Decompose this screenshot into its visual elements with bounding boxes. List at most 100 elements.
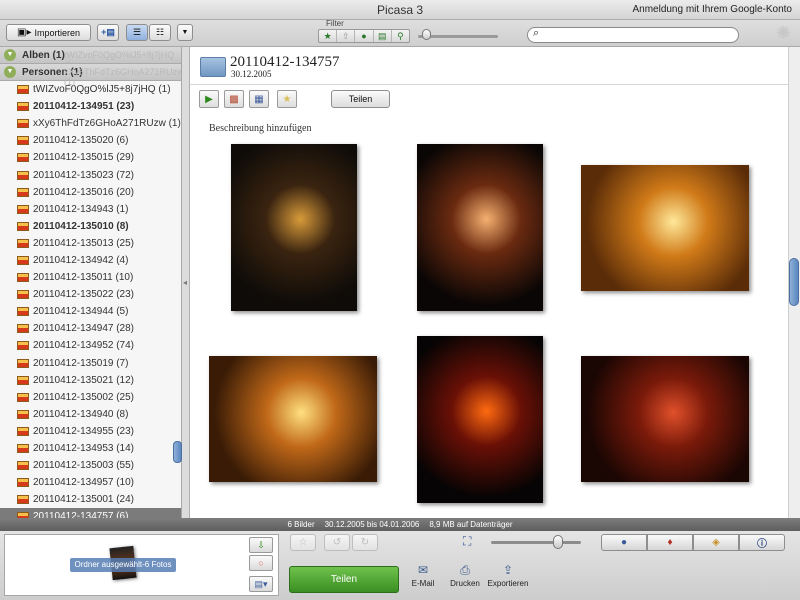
folder-item-label: 20110412-135001 (24) bbox=[33, 494, 135, 506]
folder-thumb-icon bbox=[17, 273, 29, 283]
folder-item-label: 20110412-134951 (23) bbox=[33, 101, 135, 113]
status-range: 30.12.2005 bis 04.01.2006 bbox=[324, 520, 420, 529]
star-button[interactable]: ☆ bbox=[290, 534, 316, 551]
photo-thumbnail[interactable] bbox=[417, 144, 543, 311]
zoom-slider-knob[interactable] bbox=[553, 535, 563, 549]
sidebar-folder-item[interactable]: 20110412-135016 (20) bbox=[0, 184, 181, 201]
photo-thumbnail[interactable] bbox=[231, 144, 357, 311]
sidebar-folder-item[interactable]: 20110412-135001 (24) bbox=[0, 491, 181, 508]
share-button[interactable]: Teilen bbox=[289, 566, 399, 593]
import-label: Importieren bbox=[34, 27, 80, 38]
add-to-album-button[interactable]: ▤▾ bbox=[249, 576, 273, 592]
divider-handle-icon[interactable]: ◂ bbox=[183, 278, 187, 287]
sidebar-folder-item[interactable]: 20110412-134943 (1) bbox=[0, 201, 181, 218]
collage-button[interactable]: ▩ bbox=[224, 90, 244, 108]
description-field[interactable]: Beschreibung hinzufügen bbox=[209, 123, 311, 134]
print-button[interactable]: ⎙ Drucken bbox=[443, 562, 487, 588]
sidebar-folder-item[interactable]: 20110412-135019 (7) bbox=[0, 355, 181, 372]
person-icon[interactable]: ● bbox=[355, 30, 374, 42]
rotate-left-button[interactable]: ↺ bbox=[324, 534, 350, 551]
folder-thumb-icon bbox=[17, 204, 29, 214]
photo-thumbnail[interactable] bbox=[581, 356, 749, 482]
sidebar-folder-item[interactable]: 20110412-134953 (14) bbox=[0, 440, 181, 457]
clear-tray-button[interactable]: ○ bbox=[249, 555, 273, 571]
export-icon: ⇪ bbox=[502, 563, 514, 577]
upload-icon[interactable]: ⇧ bbox=[337, 30, 356, 42]
zoom-slider[interactable] bbox=[491, 541, 581, 544]
map-pin-icon: ♦ bbox=[667, 537, 673, 548]
movie-icon[interactable]: ▤ bbox=[374, 30, 392, 42]
star-icon[interactable]: ★ bbox=[319, 30, 338, 42]
sidebar-folder-item[interactable]: 20110412-134757 (6) bbox=[0, 508, 181, 518]
sidebar-folder-item[interactable]: 20110412-135023 (72) bbox=[0, 166, 181, 183]
info-button[interactable]: ⓘ bbox=[739, 534, 785, 551]
slideshow-button[interactable]: ▶ bbox=[199, 90, 219, 108]
export-button[interactable]: ⇪ Exportieren bbox=[486, 562, 530, 588]
export-label: Exportieren bbox=[487, 579, 529, 588]
sidebar-folder-item[interactable]: 20110412-135002 (25) bbox=[0, 389, 181, 406]
photo-thumbnail[interactable] bbox=[417, 336, 543, 503]
search-icon: ⌕ bbox=[533, 27, 540, 39]
hold-button[interactable]: ⇩ bbox=[249, 537, 273, 553]
movie-button[interactable]: ▦ bbox=[249, 90, 269, 108]
folder-item-label: 20110412-134957 (10) bbox=[33, 477, 135, 489]
email-button[interactable]: ✉ E-Mail bbox=[401, 562, 445, 588]
import-button[interactable]: ▣▸ Importieren bbox=[6, 24, 91, 41]
sidebar-folder-item[interactable]: 20110412-135013 (25) bbox=[0, 235, 181, 252]
view-list-button[interactable]: ☰ bbox=[126, 24, 148, 41]
photo-thumbnail[interactable] bbox=[209, 356, 377, 482]
sidebar-folder-item[interactable]: 20110412-134951 (23) bbox=[0, 98, 181, 115]
folder-item-label: 20110412-134757 (6) bbox=[33, 511, 129, 518]
view-menu-button[interactable]: ▼ bbox=[177, 24, 193, 41]
people-button[interactable]: ● bbox=[601, 534, 647, 551]
sidebar-folder-item[interactable]: 20110412-135020 (6) bbox=[0, 132, 181, 149]
google-signin-link[interactable]: Anmeldung mit Ihrem Google-Konto bbox=[632, 4, 792, 15]
email-icon: ✉ bbox=[417, 563, 429, 577]
geotag-icon[interactable]: ⚲ bbox=[392, 30, 409, 42]
sidebar-folder-item[interactable]: 20110412-134947 (28) bbox=[0, 320, 181, 337]
search-input[interactable] bbox=[527, 27, 739, 43]
sidebar-folder-item[interactable]: 20110412-135003 (55) bbox=[0, 457, 181, 474]
folder-date[interactable]: 30.12.2005 bbox=[231, 69, 272, 79]
sidebar-folder-item[interactable]: 20110412-135015 (29) bbox=[0, 149, 181, 166]
pane-divider[interactable]: ◂ bbox=[182, 47, 190, 518]
sidebar-folder-item[interactable]: 20110412-135011 (10) bbox=[0, 269, 181, 286]
folder-thumb-icon bbox=[17, 307, 29, 317]
folder-thumb-icon bbox=[17, 187, 29, 197]
pin-icon: ⇩ bbox=[257, 539, 265, 550]
sidebar-category[interactable]: ▼Alben (1)tWIZvoF0QgO%lJ5+8j7jHQ (1) bbox=[0, 47, 181, 70]
sidebar-folder-item[interactable]: 20110412-135022 (23) bbox=[0, 286, 181, 303]
folder-share-button[interactable]: Teilen bbox=[331, 90, 390, 108]
tags-button[interactable]: ◈ bbox=[693, 534, 739, 551]
play-icon: ▶ bbox=[205, 93, 213, 105]
sidebar-category[interactable]: ▼ Personen (1) xXy6ThFdTz6GHoA271RUzw (1) bbox=[0, 64, 181, 87]
star-folder-button[interactable]: ★ bbox=[277, 90, 297, 108]
sidebar-folder-item[interactable]: 20110412-134944 (5) bbox=[0, 303, 181, 320]
expand-triangle-icon[interactable]: ▼ bbox=[4, 49, 16, 61]
new-album-button[interactable]: +▤ bbox=[97, 24, 119, 41]
folder-item-label: xXy6ThFdTz6GHoA271RUzw (1) bbox=[33, 118, 181, 130]
folder-thumb-icon bbox=[17, 341, 29, 351]
view-tree-button[interactable]: ☷ bbox=[149, 24, 171, 41]
folder-thumb-icon bbox=[17, 255, 29, 265]
person-icon: ● bbox=[620, 537, 628, 548]
sidebar-folder-item[interactable]: 20110412-135010 (8) bbox=[0, 218, 181, 235]
main-scrollbar-thumb[interactable] bbox=[789, 258, 799, 306]
rotate-right-button[interactable]: ↻ bbox=[352, 534, 378, 551]
sidebar-folder-item[interactable]: 20110412-134942 (4) bbox=[0, 252, 181, 269]
print-label: Drucken bbox=[450, 579, 480, 588]
filter-slider-knob[interactable] bbox=[422, 29, 431, 40]
title-bar: Picasa 3 Anmeldung mit Ihrem Google-Kont… bbox=[0, 0, 800, 20]
sidebar-folder-item[interactable]: 20110412-135021 (12) bbox=[0, 372, 181, 389]
sidebar-folder-item[interactable]: 20110412-134957 (10) bbox=[0, 474, 181, 491]
expand-triangle-icon[interactable]: ▼ bbox=[4, 66, 16, 78]
sidebar-folder-item[interactable]: xXy6ThFdTz6GHoA271RUzw (1) bbox=[0, 115, 181, 132]
sidebar-folder-item[interactable]: 20110412-134940 (8) bbox=[0, 406, 181, 423]
sidebar-folder-item[interactable]: 20110412-134952 (74) bbox=[0, 337, 181, 354]
sidebar-folder-item[interactable]: 20110412-134955 (23) bbox=[0, 423, 181, 440]
sidebar-scrollbar[interactable] bbox=[173, 441, 182, 463]
folder-thumb-icon bbox=[17, 392, 29, 402]
photo-thumbnail[interactable] bbox=[581, 165, 749, 291]
folder-thumb-icon bbox=[17, 358, 29, 368]
places-button[interactable]: ♦ bbox=[647, 534, 693, 551]
